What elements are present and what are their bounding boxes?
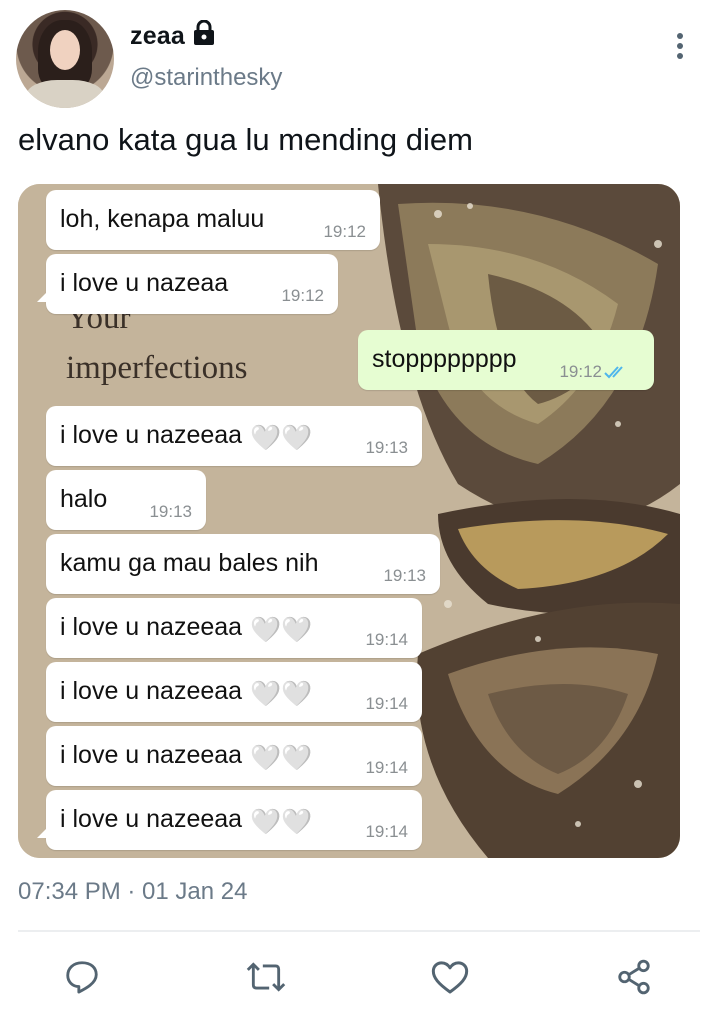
- read-receipt-icon: [604, 366, 623, 379]
- message-time: 19:12: [281, 286, 324, 305]
- chat-message[interactable]: i love u nazeeaa 🤍🤍 19:14: [46, 598, 422, 658]
- chat-message-outgoing[interactable]: stopppppppp 19:12: [358, 330, 654, 390]
- display-name[interactable]: zeaa: [130, 22, 185, 51]
- reply-icon: [66, 961, 98, 994]
- avatar[interactable]: [16, 10, 114, 108]
- tweet-text: elvano kata gua lu mending diem: [18, 122, 473, 157]
- chat-message[interactable]: i love u nazeaa 19:12: [37, 254, 338, 314]
- wallpaper-text-line: imperfections: [66, 350, 248, 386]
- tweet-timestamp[interactable]: 07:34 PM · 01 Jan 24: [18, 878, 247, 906]
- white-heart-emoji: 🤍🤍: [250, 616, 313, 644]
- message-text: i love u nazeaa: [60, 269, 229, 297]
- message-text: loh, kenapa maluu: [60, 205, 265, 233]
- message-text: i love u nazeeaa 🤍🤍: [60, 741, 313, 772]
- chat-message[interactable]: i love u nazeeaa 🤍🤍 19:14: [37, 790, 422, 850]
- message-time: 19:14: [365, 822, 408, 841]
- chat-message[interactable]: i love u nazeeaa 🤍🤍 19:13: [46, 406, 422, 466]
- message-time: 19:14: [365, 630, 408, 649]
- chat-message[interactable]: kamu ga mau bales nih 19:13: [46, 534, 440, 594]
- message-text: halo: [60, 485, 108, 513]
- message-text: i love u nazeeaa 🤍🤍: [60, 421, 313, 452]
- tweet-media-image[interactable]: Your imperfections loh, kenapa maluu 19:…: [18, 184, 680, 858]
- message-text: stopppppppp: [372, 345, 517, 373]
- divider: [18, 930, 700, 932]
- more-options-icon[interactable]: [668, 26, 692, 66]
- like-button[interactable]: [428, 955, 472, 999]
- message-time: 19:12: [559, 362, 602, 381]
- chat-message[interactable]: i love u nazeeaa 🤍🤍 19:14: [46, 726, 422, 786]
- bubble-tail-icon: [37, 288, 51, 302]
- message-time: 19:13: [149, 502, 192, 521]
- retweet-icon: [246, 962, 286, 992]
- chat-message[interactable]: i love u nazeeaa 🤍🤍 19:14: [46, 662, 422, 722]
- message-text: i love u nazeeaa 🤍🤍: [60, 805, 313, 836]
- message-time: 19:13: [383, 566, 426, 585]
- white-heart-emoji: 🤍🤍: [250, 680, 313, 708]
- message-text: i love u nazeeaa 🤍🤍: [60, 613, 313, 644]
- share-button[interactable]: [612, 955, 656, 999]
- reply-button[interactable]: [60, 955, 104, 999]
- message-time: 19:14: [365, 758, 408, 777]
- message-time: 19:13: [365, 438, 408, 457]
- user-handle[interactable]: @starinthesky: [130, 64, 282, 92]
- chat-message[interactable]: halo 19:13: [46, 470, 206, 530]
- bubble-tail-icon: [37, 824, 51, 838]
- message-text: kamu ga mau bales nih: [60, 549, 319, 577]
- retweet-button[interactable]: [244, 955, 288, 999]
- share-icon: [618, 959, 650, 995]
- message-time: 19:12: [323, 222, 366, 241]
- chat-message[interactable]: loh, kenapa maluu 19:12: [46, 190, 380, 250]
- white-heart-emoji: 🤍🤍: [250, 424, 313, 452]
- message-time: 19:14: [365, 694, 408, 713]
- heart-icon: [431, 961, 469, 994]
- lock-icon: [194, 20, 214, 45]
- white-heart-emoji: 🤍🤍: [250, 808, 313, 836]
- message-text: i love u nazeeaa 🤍🤍: [60, 677, 313, 708]
- white-heart-emoji: 🤍🤍: [250, 744, 313, 772]
